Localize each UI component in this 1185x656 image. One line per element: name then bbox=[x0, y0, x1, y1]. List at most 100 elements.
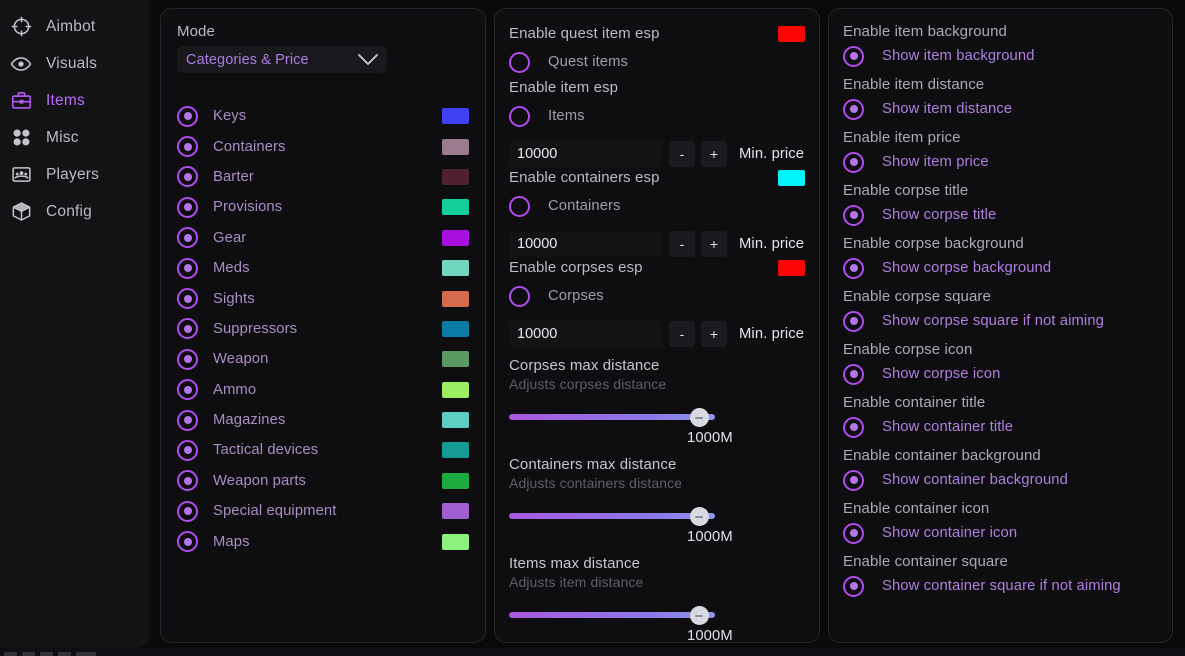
display-toggle-radio[interactable] bbox=[843, 98, 864, 120]
display-group: Enable item background Show item backgrou… bbox=[843, 23, 1158, 71]
radio-dot bbox=[183, 537, 192, 546]
display-toggle-row: Show corpse square if not aiming bbox=[843, 306, 1158, 336]
category-row: Sights bbox=[177, 283, 469, 313]
min-price-increment-button[interactable]: + bbox=[701, 141, 727, 167]
min-price-caption: Min. price bbox=[739, 146, 805, 162]
panels-container: Mode Categories & Price Keys Containers Ba… bbox=[150, 0, 1185, 656]
category-radio[interactable] bbox=[177, 379, 198, 401]
category-radio[interactable] bbox=[177, 257, 198, 279]
players-icon bbox=[10, 164, 32, 186]
display-toggle-radio[interactable] bbox=[843, 151, 864, 173]
display-toggle-radio[interactable] bbox=[843, 257, 864, 279]
category-color-swatch[interactable] bbox=[442, 108, 469, 125]
category-radio[interactable] bbox=[177, 531, 198, 553]
distance-slider[interactable] bbox=[509, 504, 715, 528]
display-toggle-label: Show container title bbox=[882, 419, 1014, 435]
display-toggle-radio[interactable] bbox=[843, 522, 864, 544]
min-price-increment-button[interactable]: + bbox=[701, 321, 727, 347]
esp-toggle-radio[interactable] bbox=[509, 51, 530, 73]
category-color-swatch[interactable] bbox=[442, 168, 469, 185]
min-price-decrement-button[interactable]: - bbox=[669, 231, 695, 257]
category-color-swatch[interactable] bbox=[442, 503, 469, 520]
esp-color-swatch[interactable] bbox=[778, 260, 805, 276]
category-radio[interactable] bbox=[177, 348, 198, 370]
display-toggle-label: Show container background bbox=[882, 472, 1068, 488]
display-toggle-row: Show corpse background bbox=[843, 253, 1158, 283]
min-price-row: -+ Min. price bbox=[509, 141, 805, 167]
category-color-swatch[interactable] bbox=[442, 320, 469, 337]
sidebar-item-label: Misc bbox=[46, 128, 79, 146]
category-color-swatch[interactable] bbox=[442, 381, 469, 398]
category-radio[interactable] bbox=[177, 470, 198, 492]
category-radio[interactable] bbox=[177, 136, 198, 158]
display-toggle-label: Show corpse background bbox=[882, 260, 1052, 276]
sidebar-item-aimbot[interactable]: Aimbot bbox=[0, 8, 150, 45]
distance-slider[interactable] bbox=[509, 603, 715, 627]
sidebar-item-players[interactable]: Players bbox=[0, 156, 150, 193]
min-price-input[interactable] bbox=[509, 231, 663, 257]
category-radio[interactable] bbox=[177, 105, 198, 127]
slider-knob[interactable] bbox=[689, 507, 709, 526]
display-toggle-label: Show corpse title bbox=[882, 207, 997, 223]
category-radio[interactable] bbox=[177, 288, 198, 310]
category-radio[interactable] bbox=[177, 439, 198, 461]
display-toggle-label: Show item background bbox=[882, 48, 1035, 64]
category-color-swatch[interactable] bbox=[442, 351, 469, 368]
radio-dot bbox=[183, 416, 192, 425]
category-color-swatch[interactable] bbox=[442, 472, 469, 489]
category-row: Weapon parts bbox=[177, 466, 469, 496]
sidebar-item-misc[interactable]: Misc bbox=[0, 119, 150, 156]
category-radio[interactable] bbox=[177, 227, 198, 249]
display-toggle-radio[interactable] bbox=[843, 363, 864, 385]
display-toggle-radio[interactable] bbox=[843, 469, 864, 491]
display-group: Enable container icon Show container icon bbox=[843, 500, 1158, 548]
display-group: Enable corpse square Show corpse square i… bbox=[843, 288, 1158, 336]
category-color-swatch[interactable] bbox=[442, 290, 469, 307]
category-radio[interactable] bbox=[177, 318, 198, 340]
display-toggle-row: Show container title bbox=[843, 412, 1158, 442]
sidebar-item-config[interactable]: Config bbox=[0, 193, 150, 230]
slider-track bbox=[509, 513, 715, 519]
cube-icon bbox=[10, 201, 32, 223]
category-radio[interactable] bbox=[177, 196, 198, 218]
min-price-decrement-button[interactable]: - bbox=[669, 141, 695, 167]
category-color-swatch[interactable] bbox=[442, 229, 469, 246]
radio-dot bbox=[849, 476, 858, 484]
display-toggle-radio[interactable] bbox=[843, 575, 864, 597]
category-radio[interactable] bbox=[177, 409, 198, 431]
esp-toggle-label: Quest items bbox=[548, 54, 629, 70]
esp-toggle-radio[interactable] bbox=[509, 195, 530, 217]
sidebar-item-items[interactable]: Items bbox=[0, 82, 150, 119]
slider-knob[interactable] bbox=[689, 606, 709, 625]
category-label: Provisions bbox=[213, 199, 283, 216]
esp-toggle-radio[interactable] bbox=[509, 285, 530, 307]
category-radio[interactable] bbox=[177, 166, 198, 188]
esp-toggle-radio[interactable] bbox=[509, 105, 530, 127]
sidebar-item-visuals[interactable]: Visuals bbox=[0, 45, 150, 82]
slider-knob[interactable] bbox=[689, 408, 709, 427]
min-price-input[interactable] bbox=[509, 321, 663, 347]
category-color-swatch[interactable] bbox=[442, 138, 469, 155]
esp-color-swatch[interactable] bbox=[778, 170, 805, 186]
display-toggle-radio[interactable] bbox=[843, 45, 864, 67]
distance-slider[interactable] bbox=[509, 405, 715, 429]
min-price-increment-button[interactable]: + bbox=[701, 231, 727, 257]
category-color-swatch[interactable] bbox=[442, 533, 469, 550]
category-row: Maps bbox=[177, 526, 469, 556]
category-radio[interactable] bbox=[177, 500, 198, 522]
esp-color-swatch[interactable] bbox=[778, 26, 805, 42]
display-toggle-radio[interactable] bbox=[843, 416, 864, 438]
min-price-decrement-button[interactable]: - bbox=[669, 321, 695, 347]
display-toggle-radio[interactable] bbox=[843, 310, 864, 332]
slider-value-label: 1000M bbox=[687, 628, 733, 643]
mode-select[interactable]: Categories & Price bbox=[177, 46, 387, 73]
category-color-swatch[interactable] bbox=[442, 199, 469, 216]
min-price-input[interactable] bbox=[509, 141, 663, 167]
category-color-swatch[interactable] bbox=[442, 260, 469, 277]
display-toggle-radio[interactable] bbox=[843, 204, 864, 226]
category-color-swatch[interactable] bbox=[442, 442, 469, 459]
radio-dot bbox=[849, 317, 858, 325]
display-group-label: Enable corpse background bbox=[843, 235, 1024, 252]
category-color-swatch[interactable] bbox=[442, 412, 469, 429]
esp-toggle-label: Containers bbox=[548, 198, 621, 214]
